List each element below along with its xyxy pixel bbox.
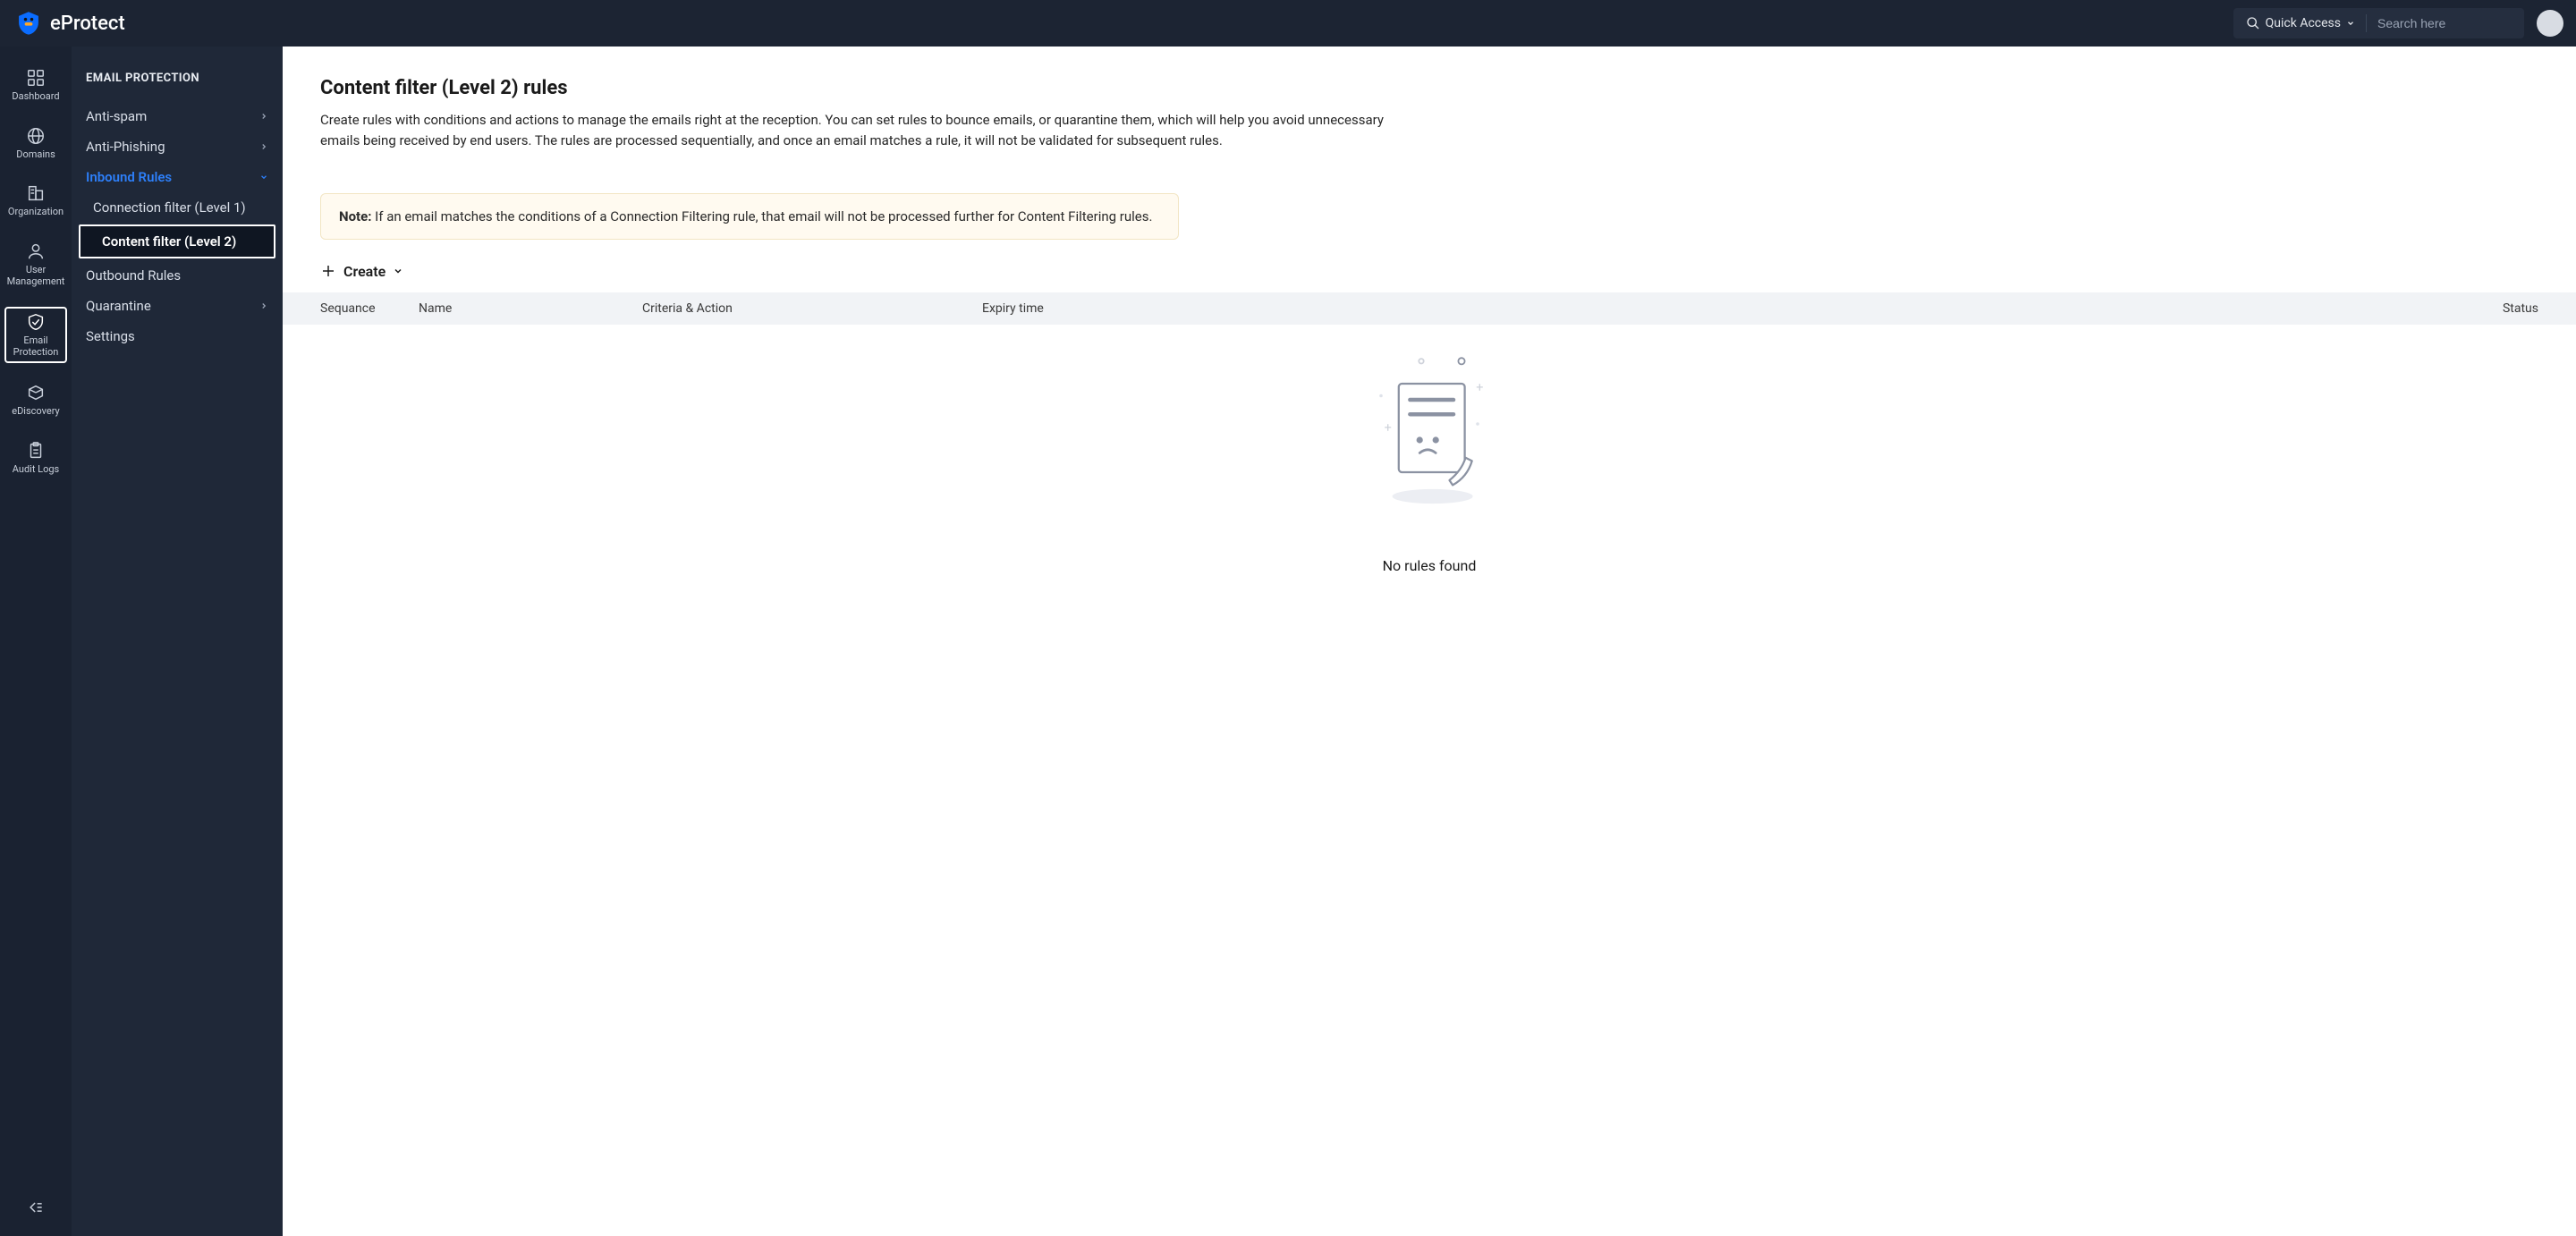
chevron-down-icon (2346, 19, 2355, 28)
icon-rail: Dashboard Domains Organization (0, 47, 72, 1236)
svg-text:+: + (1476, 380, 1483, 395)
create-label: Create (343, 263, 386, 280)
nav-item-outbound-rules[interactable]: Outbound Rules (72, 260, 283, 291)
rail-item-organization[interactable]: Organization (4, 180, 67, 222)
quick-access-label: Quick Access (2266, 16, 2341, 30)
rail-label: Dashboard (12, 91, 59, 103)
nav-panel: EMAIL PROTECTION Anti-spam Anti-Phishing… (72, 47, 283, 1236)
nav-item-label: Inbound Rules (86, 169, 172, 185)
building-icon (26, 183, 46, 203)
rail-item-user-management[interactable]: User Management (4, 238, 67, 291)
main-content: Content filter (Level 2) rules Create ru… (283, 47, 2576, 1236)
rail-label: Audit Logs (13, 464, 59, 476)
nav-section-title: EMAIL PROTECTION (72, 72, 283, 101)
brand-name: eProtect (50, 13, 125, 35)
brand-logo-icon (16, 11, 41, 36)
rail-item-domains[interactable]: Domains (4, 123, 67, 165)
chevron-right-icon (259, 139, 268, 155)
nav-item-anti-spam[interactable]: Anti-spam (72, 101, 283, 131)
note-banner: Note: If an email matches the conditions… (320, 193, 1179, 240)
rail-label: Email Protection (6, 335, 65, 358)
avatar[interactable] (2537, 10, 2563, 37)
collapse-rail-button[interactable] (27, 1198, 45, 1227)
rail-item-email-protection[interactable]: Email Protection (4, 307, 67, 363)
nav-item-inbound-rules[interactable]: Inbound Rules (72, 162, 283, 192)
rail-item-ediscovery[interactable]: eDiscovery (4, 379, 67, 421)
col-expiry: Expiry time (982, 301, 1268, 316)
nav-item-label: Anti-Phishing (86, 139, 165, 155)
svg-text:+: + (1385, 420, 1392, 436)
divider (2366, 14, 2367, 32)
empty-text: No rules found (1383, 557, 1477, 574)
nav-item-anti-phishing[interactable]: Anti-Phishing (72, 131, 283, 162)
brand: eProtect (16, 11, 125, 36)
clipboard-icon (26, 441, 46, 461)
rail-item-audit-logs[interactable]: Audit Logs (4, 437, 67, 479)
nav-item-quarantine[interactable]: Quarantine (72, 291, 283, 321)
chevron-right-icon (259, 108, 268, 124)
quick-access-dropdown[interactable]: Quick Access (2246, 16, 2355, 30)
search-input[interactable] (2377, 16, 2512, 30)
page-description: Create rules with conditions and actions… (320, 110, 1394, 152)
shield-icon (26, 312, 46, 332)
create-button[interactable]: Create (320, 263, 2538, 280)
empty-document-icon: + + (1371, 351, 1487, 512)
grid-icon (26, 68, 46, 88)
nav-item-label: Outbound Rules (86, 267, 181, 284)
plus-icon (320, 263, 336, 279)
nav-sub-content-filter[interactable]: Content filter (Level 2) (79, 224, 275, 258)
nav-item-label: Quarantine (86, 298, 151, 314)
nav-sub-label: Connection filter (Level 1) (93, 199, 246, 216)
col-criteria: Criteria & Action (642, 301, 982, 316)
globe-icon (26, 126, 46, 146)
rail-label: User Management (4, 265, 67, 287)
user-icon (26, 241, 46, 261)
rail-label: eDiscovery (12, 406, 59, 418)
rail-label: Domains (16, 149, 55, 161)
table-header-row: Sequance Name Criteria & Action Expiry t… (283, 292, 2576, 325)
note-label: Note: (339, 208, 371, 224)
col-name: Name (419, 301, 642, 316)
nav-sub-connection-filter[interactable]: Connection filter (Level 1) (72, 192, 283, 223)
rail-label: Organization (8, 207, 64, 218)
col-status: Status (1268, 301, 2538, 316)
nav-item-settings[interactable]: Settings (72, 321, 283, 351)
box-icon (26, 383, 46, 402)
nav-sub-label: Content filter (Level 2) (102, 233, 236, 250)
empty-state: + + No rules found (320, 325, 2538, 574)
chevron-down-icon (393, 266, 403, 276)
page-title: Content filter (Level 2) rules (320, 77, 2538, 99)
nav-item-label: Anti-spam (86, 108, 147, 124)
chevron-right-icon (259, 298, 268, 314)
chevron-down-icon (259, 169, 268, 185)
top-tools: Quick Access (2233, 8, 2524, 38)
col-sequence: Sequance (320, 301, 419, 316)
nav-item-label: Settings (86, 328, 135, 344)
search-icon (2246, 16, 2260, 30)
note-text: If an email matches the conditions of a … (371, 208, 1152, 224)
rail-item-dashboard[interactable]: Dashboard (4, 64, 67, 106)
topbar: eProtect Quick Access (0, 0, 2576, 47)
